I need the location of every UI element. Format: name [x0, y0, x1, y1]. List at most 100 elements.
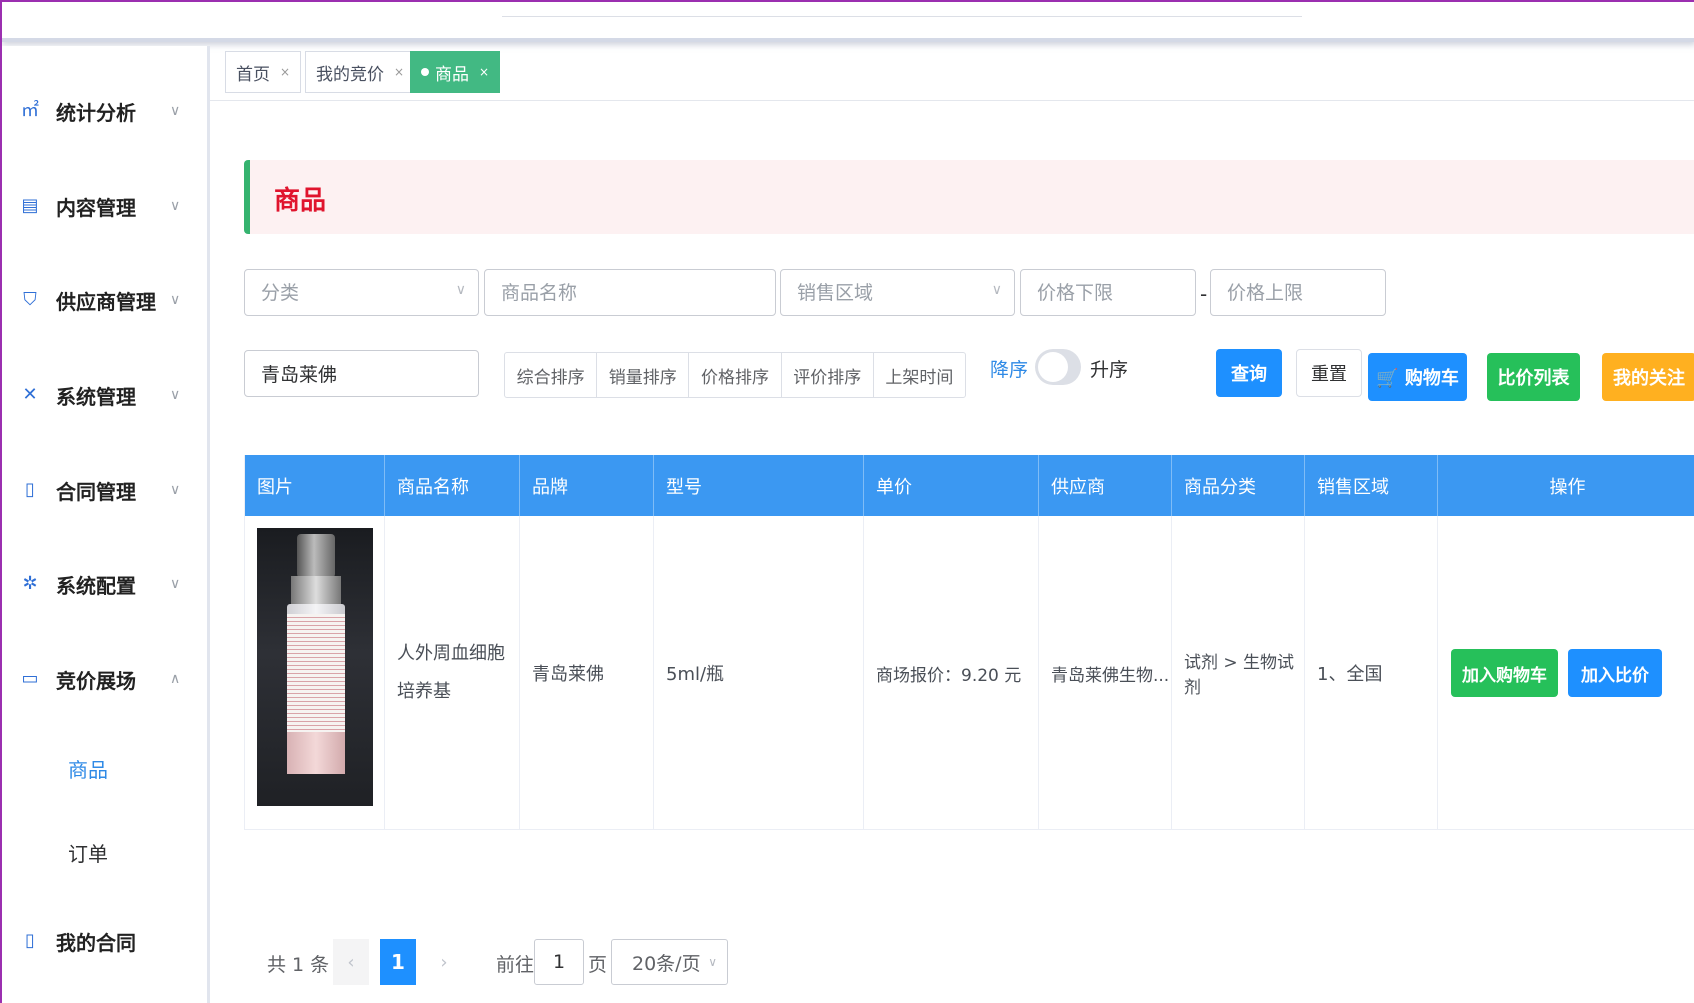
close-icon[interactable]: × [394, 65, 404, 79]
vial-liquid [287, 732, 345, 774]
prev-page-button[interactable]: ‹ [333, 939, 369, 985]
cell-brand: 青岛莱佛 [520, 516, 654, 830]
tab-label: 商品 [435, 64, 469, 85]
reset-button[interactable]: 重置 [1296, 349, 1362, 397]
product-name-field[interactable] [484, 269, 776, 316]
sidebar-item-label: 系统配置 [56, 573, 136, 598]
goto-page-field[interactable] [534, 939, 584, 985]
tools-icon: ✕ [22, 384, 38, 405]
sidebar-item-my-contract[interactable]: ▯ 我的合同 [2, 911, 207, 971]
cell-name: 人外周血细胞培养基 [385, 516, 520, 830]
cell-category: 试剂 > 生物试剂 [1172, 516, 1305, 830]
cell-model: 5ml/瓶 [654, 516, 864, 830]
sidebar-item-label: 系统管理 [56, 384, 136, 409]
tab-products[interactable]: 商品 × [410, 51, 501, 93]
sidebar-item-label: 内容管理 [56, 195, 136, 220]
sidebar-subitem-orders[interactable]: 订单 [2, 822, 207, 882]
sidebar-item-label: 合同管理 [56, 479, 136, 504]
sort-button-listing-time[interactable]: 上架时间 [874, 353, 965, 397]
page-title-banner: 商品 [244, 160, 1694, 234]
cell-region: 1、全国 [1305, 516, 1438, 830]
page-size-value: 20条/页 [632, 952, 701, 975]
sidebar-item-content[interactable]: ▤ 内容管理 ∨ [2, 176, 207, 236]
column-header-name: 商品名称 [385, 455, 520, 516]
cell-image [245, 516, 385, 830]
sidebar-subitem-label: 商品 [68, 757, 108, 782]
sidebar: ㎡ 统计分析 ∨ ▤ 内容管理 ∨ ⛉ 供应商管理 ∨ ✕ 系统管理 ∨ ▯ 合… [2, 46, 210, 1003]
close-icon[interactable]: × [479, 65, 489, 79]
product-table: 图片 商品名称 品牌 型号 单价 供应商 商品分类 销售区域 操作 人外周血细胞… [244, 455, 1694, 830]
cell-actions: 加入购物车 加入比价 [1438, 516, 1694, 830]
sort-asc-label: 升序 [1090, 359, 1129, 381]
brand-field[interactable] [244, 350, 479, 397]
goto-page-input[interactable] [535, 940, 583, 984]
sort-button-overall[interactable]: 综合排序 [505, 353, 598, 397]
goto-label: 前往 [496, 954, 535, 976]
sort-button-group: 综合排序 销量排序 价格排序 评价排序 上架时间 [504, 352, 966, 398]
chevron-down-icon: ∨ [455, 282, 466, 298]
contract-icon: ▯ [25, 479, 35, 500]
cart-button[interactable]: 🛒 购物车 [1368, 353, 1467, 401]
tab-bar: 首页 × 我的竞价 × 商品 × [210, 46, 1694, 101]
sidebar-item-supplier[interactable]: ⛉ 供应商管理 ∨ [2, 270, 207, 330]
column-header-model: 型号 [654, 455, 864, 516]
header-divider [502, 16, 1302, 17]
column-header-region: 销售区域 [1305, 455, 1438, 516]
region-select[interactable]: ∨ [780, 269, 1015, 316]
gear-icon: ✲ [22, 573, 38, 594]
sidebar-item-config[interactable]: ✲ 系统配置 ∨ [2, 554, 207, 614]
price-min-field[interactable] [1020, 269, 1196, 316]
sidebar-item-stats[interactable]: ㎡ 统计分析 ∨ [2, 81, 207, 141]
my-contract-icon: ▯ [25, 930, 35, 951]
page-number-current[interactable]: 1 [380, 939, 416, 985]
add-to-cart-button[interactable]: 加入购物车 [1451, 649, 1558, 697]
auction-icon: ▭ [21, 668, 39, 689]
column-header-supplier: 供应商 [1039, 455, 1172, 516]
chevron-down-icon: ∨ [170, 482, 181, 498]
sort-desc-label: 降序 [990, 359, 1029, 381]
app-window: ㎡ 统计分析 ∨ ▤ 内容管理 ∨ ⛉ 供应商管理 ∨ ✕ 系统管理 ∨ ▯ 合… [0, 0, 1694, 1003]
table-header: 图片 商品名称 品牌 型号 单价 供应商 商品分类 销售区域 操作 [245, 455, 1694, 516]
column-header-image: 图片 [245, 455, 385, 516]
close-icon[interactable]: × [280, 65, 290, 79]
cell-supplier: 青岛莱佛生物... [1039, 516, 1172, 830]
chevron-down-icon: ∨ [708, 955, 717, 969]
column-header-category: 商品分类 [1172, 455, 1305, 516]
sort-button-rating[interactable]: 评价排序 [782, 353, 874, 397]
chevron-down-icon: ∨ [170, 387, 181, 403]
column-header-actions: 操作 [1549, 476, 1586, 498]
compare-list-button[interactable]: 比价列表 [1487, 353, 1580, 401]
sort-button-price[interactable]: 价格排序 [689, 353, 782, 397]
sidebar-item-contract[interactable]: ▯ 合同管理 ∨ [2, 460, 207, 520]
category-select[interactable]: ∨ [244, 269, 479, 316]
tab-label: 我的竞价 [316, 64, 384, 85]
price-min-input[interactable] [1021, 270, 1195, 315]
vial-neck [291, 576, 341, 606]
sort-order-toggle[interactable] [1035, 349, 1081, 385]
query-button[interactable]: 查询 [1216, 349, 1282, 397]
sort-button-sales[interactable]: 销量排序 [597, 353, 690, 397]
product-name-input[interactable] [485, 270, 775, 315]
page-size-select[interactable]: 20条/页 ∨ [611, 939, 728, 985]
my-follow-button[interactable]: 我的关注 [1602, 353, 1694, 401]
price-range-dash: - [1200, 282, 1208, 306]
brand-input[interactable] [245, 351, 478, 396]
chevron-down-icon: ∨ [170, 198, 181, 214]
chevron-up-icon: ∧ [170, 671, 181, 687]
add-to-compare-button[interactable]: 加入比价 [1568, 649, 1662, 697]
region-input[interactable] [781, 270, 1014, 315]
tab-home[interactable]: 首页 × [225, 51, 302, 93]
sidebar-item-label: 我的合同 [56, 930, 136, 955]
sidebar-subitem-products[interactable]: 商品 [2, 738, 207, 798]
product-image[interactable] [257, 528, 373, 806]
sidebar-item-label: 竞价展场 [56, 668, 136, 693]
tab-my-bids[interactable]: 我的竞价 × [305, 51, 416, 93]
price-max-input[interactable] [1211, 270, 1385, 315]
active-dot-icon [421, 68, 429, 76]
sidebar-item-system[interactable]: ✕ 系统管理 ∨ [2, 365, 207, 425]
category-input[interactable] [245, 270, 478, 315]
price-max-field[interactable] [1210, 269, 1386, 316]
page-title: 商品 [274, 186, 327, 216]
sidebar-item-auction[interactable]: ▭ 竞价展场 ∧ [2, 649, 207, 709]
next-page-button[interactable]: › [426, 939, 462, 985]
